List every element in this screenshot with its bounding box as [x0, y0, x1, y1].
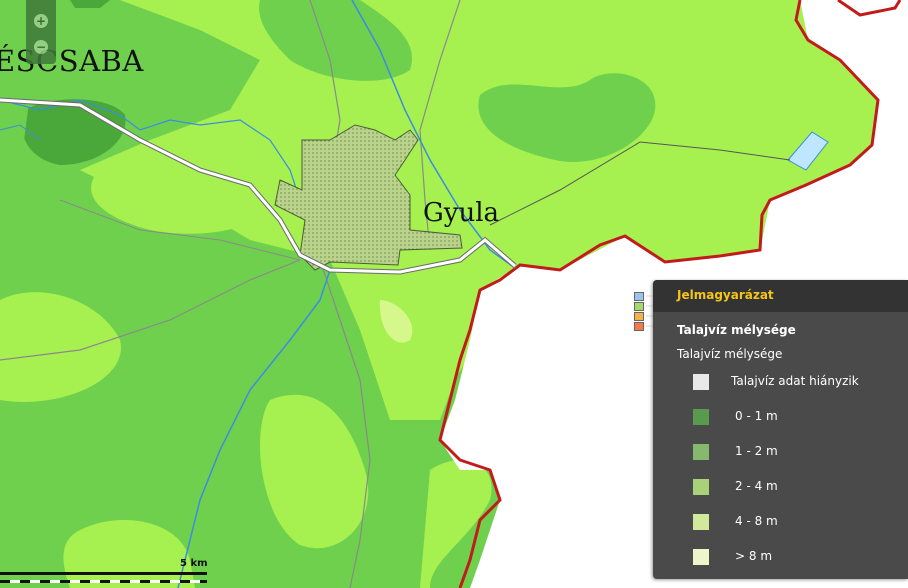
legend-swatch — [693, 479, 709, 495]
legend-swatch — [693, 514, 709, 530]
legend-layer-name: Talajvíz mélysége — [677, 323, 796, 337]
legend-swatch — [693, 549, 709, 565]
scale-label: 5 km — [180, 558, 208, 569]
legend-label: Talajvíz adat hiányzik — [731, 374, 859, 388]
legend-swatch — [693, 444, 709, 460]
place-label-bekescsaba: ÉSCSABA — [0, 44, 144, 78]
warning-icon[interactable] — [634, 322, 644, 331]
legend-icon[interactable] — [634, 302, 644, 311]
legend-item: > 8 m — [693, 549, 893, 565]
legend-item: 4 - 8 m — [693, 514, 893, 530]
legend-item: 2 - 4 m — [693, 479, 893, 495]
legend-layer-subtitle: Talajvíz mélysége — [677, 347, 783, 361]
zoom-control: + − — [26, 0, 56, 64]
legend-swatch — [693, 409, 709, 425]
legend-label: 2 - 4 m — [735, 479, 778, 493]
legend-label: 1 - 2 m — [735, 444, 778, 458]
legend-panel: Jelmagyarázat Talajvíz mélysége Talajvíz… — [653, 280, 908, 579]
legend-item: Talajvíz adat hiányzik — [693, 374, 893, 390]
legend-label: 4 - 8 m — [735, 514, 778, 528]
layers-icon[interactable] — [634, 292, 644, 301]
legend-swatch — [693, 374, 709, 390]
legend-label: > 8 m — [735, 549, 773, 563]
legend-item: 1 - 2 m — [693, 444, 893, 460]
scale-bar-ticks — [0, 580, 207, 583]
tool-icon[interactable] — [634, 312, 644, 321]
legend-item: 0 - 1 m — [693, 409, 893, 425]
scale-bar — [0, 572, 207, 575]
zoom-out-icon[interactable]: − — [34, 40, 48, 54]
zoom-in-icon[interactable]: + — [34, 14, 48, 28]
legend-title[interactable]: Jelmagyarázat — [677, 288, 774, 302]
legend-label: 0 - 1 m — [735, 409, 778, 423]
legend-header: Jelmagyarázat — [653, 280, 908, 312]
place-label-gyula: Gyula — [423, 198, 500, 228]
